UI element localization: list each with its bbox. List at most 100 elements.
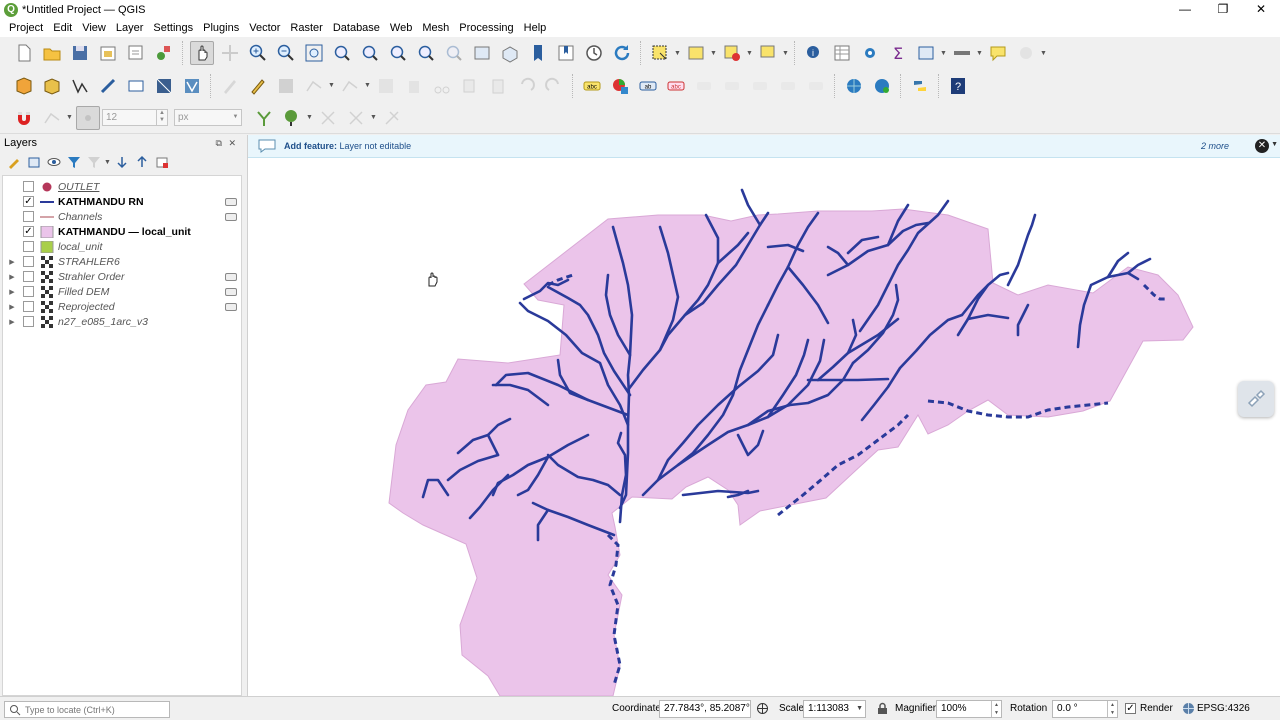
style-manager-icon[interactable] (152, 41, 176, 65)
statistical-summary-icon[interactable]: Σ (886, 41, 910, 65)
expand-arrow-icon[interactable]: ▶ (5, 273, 19, 281)
layer-visibility-checkbox[interactable] (23, 271, 34, 282)
crs-label[interactable]: EPSG:4326 (1197, 703, 1250, 714)
maximize-button[interactable]: ❐ (1204, 0, 1242, 19)
paste-features-icon[interactable] (486, 74, 510, 98)
refresh-icon[interactable] (610, 41, 634, 65)
layer-visibility-checkbox[interactable] (23, 316, 34, 327)
new-map-view-icon[interactable] (470, 41, 494, 65)
open-project-icon[interactable] (40, 41, 64, 65)
layer-row[interactable]: ▶ STRAHLER6 (3, 254, 241, 269)
toggle-editing-icon[interactable] (246, 74, 270, 98)
save-edits-icon[interactable] (274, 74, 298, 98)
new-geopackage-layer-icon[interactable] (40, 74, 64, 98)
copy-features-icon[interactable] (458, 74, 482, 98)
snapping-type-icon[interactable] (76, 105, 100, 130)
layer-indicator-icon[interactable] (225, 272, 237, 281)
add-raster-layer-icon[interactable] (152, 74, 176, 98)
map-view[interactable] (248, 135, 1280, 696)
move-label-icon[interactable] (720, 74, 744, 98)
current-edits-icon[interactable] (218, 74, 242, 98)
zoom-in-icon[interactable] (246, 41, 270, 65)
menu-mesh[interactable]: Mesh (417, 19, 454, 37)
chevron-down-icon[interactable]: ▼ (782, 50, 790, 57)
new-spatial-bookmark-icon[interactable] (526, 41, 550, 65)
layer-visibility-checkbox[interactable]: ✓ (23, 226, 34, 237)
crs-globe-icon[interactable] (1182, 702, 1195, 715)
chevron-down-icon[interactable]: ▼ (746, 50, 754, 57)
new-3d-map-view-icon[interactable] (498, 41, 522, 65)
expand-all-icon[interactable] (113, 153, 131, 171)
zoom-native-icon[interactable] (386, 41, 410, 65)
zoom-full-icon[interactable] (302, 41, 326, 65)
manage-map-themes-icon[interactable] (45, 153, 63, 171)
web-service-icon[interactable] (870, 74, 894, 98)
expand-arrow-icon[interactable]: ▶ (5, 318, 19, 326)
layer-row[interactable]: ▶ Filled DEM (3, 284, 241, 299)
menu-plugins[interactable]: Plugins (198, 19, 244, 37)
digitize-vertex-icon[interactable] (68, 74, 92, 98)
menu-database[interactable]: Database (328, 19, 385, 37)
floating-toggle-button[interactable] (1238, 381, 1274, 417)
more-messages-link[interactable]: 2 more (1201, 141, 1229, 151)
chevron-down-icon[interactable]: ▼ (328, 82, 336, 89)
vertex-tool-icon[interactable] (338, 74, 362, 98)
scale-combo[interactable]: 1:113083 ▼ (803, 700, 866, 718)
label-properties-icon[interactable] (804, 74, 828, 98)
open-attribute-table-icon[interactable] (830, 41, 854, 65)
pan-to-selection-icon[interactable] (218, 41, 242, 65)
menu-settings[interactable]: Settings (148, 19, 198, 37)
save-project-icon[interactable] (68, 41, 92, 65)
remove-layer-icon[interactable] (153, 153, 171, 171)
spin-arrows[interactable]: ▲ ▼ (991, 701, 1001, 717)
coordinate-field[interactable]: 27.7843°, 85.2087° (659, 700, 751, 718)
open-layer-styling-icon[interactable] (5, 153, 23, 171)
delete-selected-icon[interactable] (402, 74, 426, 98)
snap-unit-combo[interactable]: px ▼ (174, 109, 242, 126)
snap-intersection-icon[interactable] (380, 106, 404, 130)
layer-row[interactable]: ▶ Reprojected (3, 299, 241, 314)
pin-unpin-labels-icon[interactable]: abc (664, 74, 688, 98)
menu-project[interactable]: Project (4, 19, 48, 37)
chevron-down-icon[interactable]: ▼ (66, 114, 74, 121)
show-hide-labels-icon[interactable] (692, 74, 716, 98)
data-source-manager-icon[interactable] (12, 74, 36, 98)
show-bookmarks-icon[interactable] (554, 41, 578, 65)
layer-indicator-icon[interactable] (225, 212, 237, 221)
identify-features-icon[interactable]: i (802, 41, 826, 65)
rotate-label-icon[interactable] (748, 74, 772, 98)
topological-editing-icon[interactable] (252, 106, 276, 130)
new-project-icon[interactable] (12, 41, 36, 65)
select-features-icon[interactable] (648, 41, 672, 65)
chevron-down-icon[interactable]: ▼ (976, 50, 984, 57)
zoom-out-icon[interactable] (274, 41, 298, 65)
map-tips-icon[interactable] (986, 41, 1010, 65)
layer-row[interactable]: ▶ n27_e085_1arc_v3 (3, 314, 241, 329)
modify-attributes-icon[interactable] (374, 74, 398, 98)
menu-help[interactable]: Help (519, 19, 552, 37)
measure-line-icon[interactable] (950, 41, 974, 65)
layer-visibility-checkbox[interactable] (23, 181, 34, 192)
avoid-overlap-icon[interactable] (316, 106, 340, 130)
pan-map-icon[interactable] (190, 41, 214, 65)
filter-legend-icon[interactable] (65, 153, 83, 171)
menu-web[interactable]: Web (385, 19, 417, 37)
filter-by-expression-icon[interactable] (85, 153, 103, 171)
collapse-all-icon[interactable] (133, 153, 151, 171)
select-location-icon[interactable] (756, 41, 780, 65)
layer-row[interactable]: local_unit (3, 239, 241, 254)
python-console-icon[interactable] (908, 74, 932, 98)
rotation-spinbox[interactable]: 0.0 ° ▲ ▼ (1052, 700, 1118, 718)
new-print-layout-icon[interactable] (96, 41, 120, 65)
layer-row[interactable]: OUTLET (3, 179, 241, 194)
add-feature-icon[interactable] (302, 74, 326, 98)
menu-layer[interactable]: Layer (111, 19, 149, 37)
layer-visibility-checkbox[interactable] (23, 211, 34, 222)
extents-toggle-icon[interactable] (756, 702, 769, 715)
render-checkbox[interactable]: ✓ (1125, 703, 1136, 714)
layer-indicator-icon[interactable] (225, 197, 237, 206)
zoom-last-icon[interactable] (414, 41, 438, 65)
layer-row[interactable]: ✓ KATHMANDU — local_unit (3, 224, 241, 239)
layer-visibility-checkbox[interactable]: ✓ (23, 196, 34, 207)
redo-icon[interactable] (542, 74, 566, 98)
